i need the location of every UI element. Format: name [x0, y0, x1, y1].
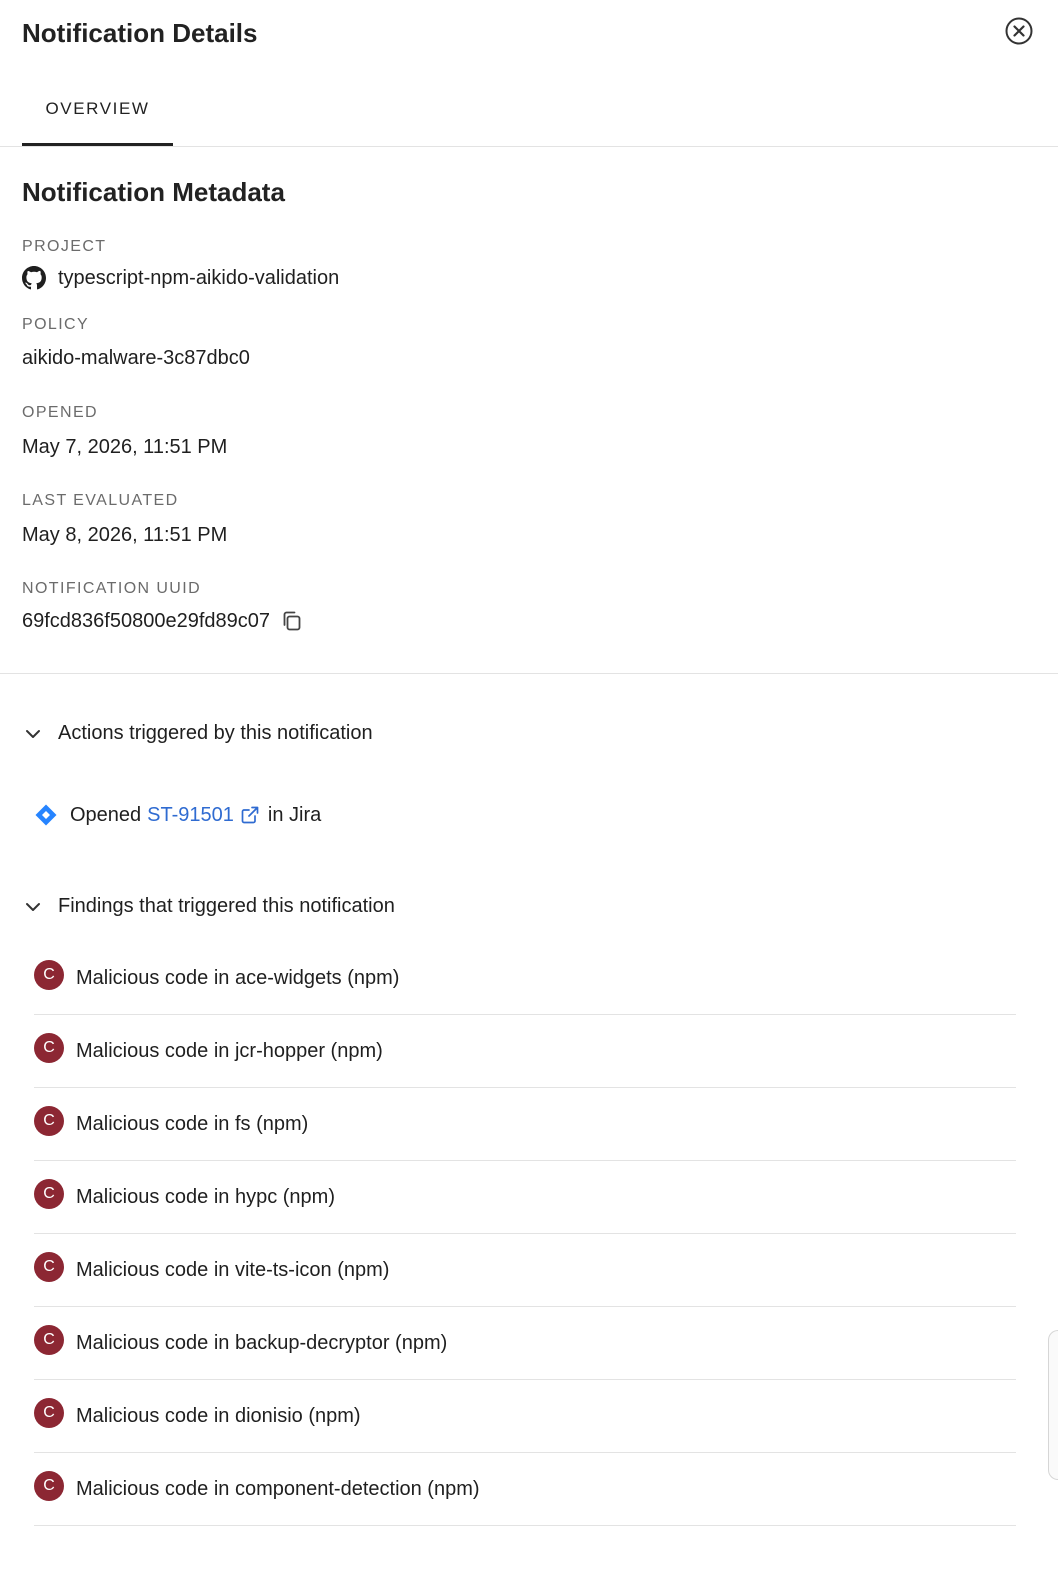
action-suffix: in Jira — [267, 803, 322, 826]
panel-header: Notification Details — [0, 0, 1058, 68]
project-name[interactable]: typescript-npm-aikido-validation — [58, 267, 339, 290]
github-icon — [22, 266, 46, 290]
jira-icon — [35, 804, 57, 826]
finding-row[interactable]: C Malicious code in backup-decryptor (np… — [34, 1307, 1016, 1380]
finding-row[interactable]: C Malicious code in hypc (npm) — [34, 1161, 1016, 1234]
notification-metadata: Notification Metadata PROJECT typescript… — [0, 147, 1058, 674]
policy-value: aikido-malware-3c87dbc0 — [22, 347, 250, 369]
finding-row[interactable]: C Malicious code in ace-widgets (npm) — [34, 942, 1016, 1015]
finding-title: Malicious code in dionisio (npm) — [76, 1404, 361, 1427]
finding-title: Malicious code in ace-widgets (npm) — [76, 966, 400, 989]
opened-label: OPENED — [22, 404, 98, 421]
finding-title: Malicious code in jcr-hopper (npm) — [76, 1039, 383, 1062]
side-panel-edge — [1048, 1330, 1058, 1480]
severity-badge: C — [34, 1471, 64, 1501]
last-evaluated-label: LAST EVALUATED — [22, 492, 179, 509]
jira-issue-key: ST-91501 — [147, 803, 234, 826]
severity-badge: C — [34, 1033, 64, 1063]
last-evaluated-value: May 8, 2026, 11:51 PM — [22, 524, 228, 546]
jira-issue-link[interactable]: ST-91501 — [147, 804, 268, 827]
chevron-down-icon — [26, 902, 40, 911]
policy-label: POLICY — [22, 316, 90, 333]
finding-title: Malicious code in vite-ts-icon (npm) — [76, 1258, 390, 1281]
actions-section-toggle[interactable]: Actions triggered by this notification — [22, 722, 373, 745]
finding-title: Malicious code in backup-decryptor (npm) — [76, 1331, 448, 1354]
opened-value: May 7, 2026, 11:51 PM — [22, 436, 228, 458]
tab-bar: OVERVIEW — [0, 68, 1058, 147]
page-title: Notification Details — [22, 18, 258, 48]
finding-title: Malicious code in component-detection (n… — [76, 1477, 480, 1500]
finding-row[interactable]: C Malicious code in component-detection … — [34, 1453, 1016, 1526]
uuid-label: NOTIFICATION UUID — [22, 580, 202, 597]
severity-badge: C — [34, 1106, 64, 1136]
action-prefix: Opened — [70, 803, 142, 826]
severity-badge: C — [34, 1398, 64, 1428]
project-value: typescript-npm-aikido-validation — [22, 266, 339, 290]
findings-section-title: Findings that triggered this notificatio… — [58, 895, 395, 917]
finding-row[interactable]: C Malicious code in fs (npm) — [34, 1088, 1016, 1161]
tab-overview[interactable]: OVERVIEW — [22, 68, 173, 146]
findings-list: C Malicious code in ace-widgets (npm) C … — [34, 942, 1016, 1526]
metadata-title: Notification Metadata — [22, 177, 285, 207]
finding-row[interactable]: C Malicious code in vite-ts-icon (npm) — [34, 1234, 1016, 1307]
uuid-text: 69fcd836f50800e29fd89c07 — [22, 609, 271, 632]
finding-title: Malicious code in fs (npm) — [76, 1112, 309, 1135]
copy-icon[interactable] — [280, 609, 304, 633]
uuid-value: 69fcd836f50800e29fd89c07 — [22, 609, 304, 633]
findings-section-toggle[interactable]: Findings that triggered this notificatio… — [22, 895, 395, 918]
external-link-icon — [241, 806, 259, 824]
finding-title: Malicious code in hypc (npm) — [76, 1185, 335, 1208]
project-label: PROJECT — [22, 238, 107, 255]
severity-badge: C — [34, 960, 64, 990]
finding-row[interactable]: C Malicious code in dionisio (npm) — [34, 1380, 1016, 1453]
chevron-down-icon — [26, 729, 40, 738]
close-icon[interactable] — [1004, 16, 1034, 46]
finding-row[interactable]: C Malicious code in jcr-hopper (npm) — [34, 1015, 1016, 1088]
severity-badge: C — [34, 1179, 64, 1209]
severity-badge: C — [34, 1252, 64, 1282]
action-item: Opened ST-91501 in Jira — [34, 803, 321, 827]
actions-section-title: Actions triggered by this notification — [58, 722, 373, 744]
severity-badge: C — [34, 1325, 64, 1355]
